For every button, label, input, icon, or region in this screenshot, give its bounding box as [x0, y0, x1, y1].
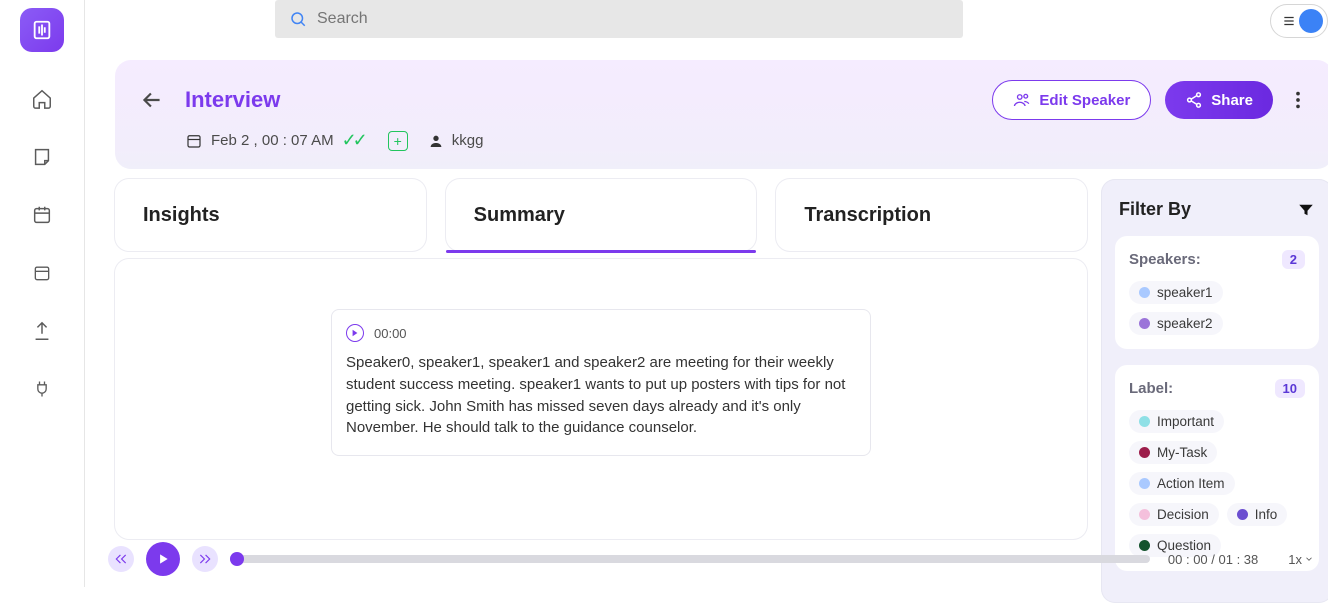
label-chip-label: Important — [1157, 414, 1214, 429]
search-input[interactable] — [317, 10, 949, 28]
more-menu[interactable] — [1287, 89, 1309, 111]
play-button[interactable] — [146, 542, 180, 576]
account-menu[interactable] — [1270, 4, 1328, 38]
label-chip[interactable]: Decision — [1129, 503, 1219, 526]
label-chip-label: Info — [1255, 507, 1278, 522]
share-label: Share — [1211, 92, 1253, 109]
note-icon[interactable] — [31, 146, 53, 168]
upload-icon[interactable] — [31, 320, 53, 342]
content: Interview Edit Speaker Share Feb 2 , 00 … — [115, 60, 1328, 537]
datetime-field[interactable]: Feb 2 , 00 : 07 AM ✓✓ — [185, 130, 364, 151]
filter-icon[interactable] — [1297, 201, 1315, 219]
chevron-down-icon — [1304, 554, 1314, 564]
edit-speaker-label: Edit Speaker — [1039, 92, 1130, 109]
owner-text: kkgg — [452, 132, 484, 149]
summary-panel: 00:00 Speaker0, speaker1, speaker1 and s… — [115, 259, 1087, 539]
tab-insights[interactable]: Insights — [115, 179, 426, 251]
playback-speed[interactable]: 1x — [1288, 552, 1314, 567]
summary-card: 00:00 Speaker0, speaker1, speaker1 and s… — [331, 309, 871, 456]
app-logo[interactable] — [20, 8, 64, 52]
speakers-count: 2 — [1282, 250, 1305, 269]
summary-text: Speaker0, speaker1, speaker1 and speaker… — [346, 352, 856, 439]
forward-button[interactable] — [192, 546, 218, 572]
labels-label: Label: — [1129, 380, 1173, 397]
calendar-icon — [185, 132, 203, 150]
seek-track[interactable] — [230, 555, 1150, 563]
color-dot — [1139, 318, 1150, 329]
avatar — [1299, 9, 1323, 33]
home-icon[interactable] — [31, 88, 53, 110]
labels-count: 10 — [1275, 379, 1305, 398]
plug-icon[interactable] — [31, 378, 53, 400]
speaker-chip-label: speaker1 — [1157, 285, 1213, 300]
header-card: Interview Edit Speaker Share Feb 2 , 00 … — [115, 60, 1328, 169]
color-dot — [1237, 509, 1248, 520]
rewind-button[interactable] — [108, 546, 134, 572]
label-chip[interactable]: Important — [1129, 410, 1224, 433]
datetime-text: Feb 2 , 00 : 07 AM — [211, 132, 334, 149]
calendar-week-icon[interactable] — [31, 204, 53, 226]
color-dot — [1139, 416, 1150, 427]
label-chip[interactable]: Info — [1227, 503, 1288, 526]
add-button[interactable]: + — [388, 131, 408, 151]
speaker-chip-label: speaker2 — [1157, 316, 1213, 331]
label-chip-label: Decision — [1157, 507, 1209, 522]
label-chip-label: Action Item — [1157, 476, 1225, 491]
owner-field: kkgg — [428, 132, 484, 149]
color-dot — [1139, 447, 1150, 458]
play-segment-button[interactable] — [346, 324, 364, 342]
color-dot — [1139, 287, 1150, 298]
tab-summary[interactable]: Summary — [446, 179, 757, 251]
share-icon — [1185, 91, 1203, 109]
left-rail — [0, 0, 84, 587]
audio-player: 00 : 00 / 01 : 38 1x — [94, 539, 1328, 579]
speakers-label: Speakers: — [1129, 251, 1201, 268]
seek-knob[interactable] — [230, 552, 244, 566]
menu-icon — [1281, 14, 1297, 28]
share-button[interactable]: Share — [1165, 81, 1273, 119]
tabs: Insights Summary Transcription — [115, 179, 1087, 251]
label-chip-label: My-Task — [1157, 445, 1207, 460]
search-bar[interactable] — [275, 0, 963, 38]
label-chip[interactable]: My-Task — [1129, 441, 1217, 464]
users-icon — [1013, 91, 1031, 109]
edit-speaker-button[interactable]: Edit Speaker — [992, 80, 1151, 120]
player-time: 00 : 00 / 01 : 38 — [1168, 552, 1258, 567]
calendar-day-icon[interactable] — [31, 262, 53, 284]
tab-transcription[interactable]: Transcription — [776, 179, 1087, 251]
filter-title: Filter By — [1119, 199, 1191, 220]
color-dot — [1139, 509, 1150, 520]
speakers-card: Speakers: 2 speaker1 speaker2 — [1115, 236, 1319, 349]
speaker-chip[interactable]: speaker2 — [1129, 312, 1223, 335]
search-icon — [289, 10, 307, 28]
back-button[interactable] — [139, 87, 165, 113]
summary-timestamp: 00:00 — [374, 326, 407, 341]
top-right-controls — [1270, 4, 1328, 38]
color-dot — [1139, 478, 1150, 489]
speaker-chip[interactable]: speaker1 — [1129, 281, 1223, 304]
person-icon — [428, 133, 444, 149]
checkmarks-icon: ✓✓ — [342, 130, 364, 151]
divider — [84, 0, 85, 587]
label-chip[interactable]: Action Item — [1129, 472, 1235, 495]
page-title: Interview — [185, 87, 280, 113]
